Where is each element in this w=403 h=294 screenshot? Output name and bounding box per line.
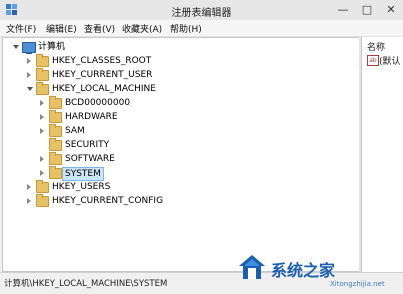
expand-arrow-icon[interactable] [40, 100, 44, 106]
folder-icon [49, 96, 62, 109]
tree-label: BCD00000000 [65, 98, 131, 108]
expand-arrow-icon[interactable] [27, 184, 31, 190]
column-header-name[interactable]: 名称 [367, 40, 385, 53]
tree-label: SOFTWARE [65, 154, 115, 164]
value-row-default[interactable]: ab (默认 [364, 54, 403, 67]
tree-label: HKEY_USERS [52, 182, 111, 192]
tree-label: HKEY_CLASSES_ROOT [52, 56, 152, 66]
string-value-icon: ab [367, 55, 379, 66]
collapse-arrow-icon[interactable] [27, 87, 33, 91]
close-button[interactable]: ✕ [379, 0, 403, 20]
registry-tree[interactable]: 计算机 HKEY_CLASSES_ROOT HKEY_CURRENT_USER … [2, 37, 360, 272]
tree-label: 计算机 [38, 42, 66, 52]
folder-icon [49, 124, 62, 137]
folder-icon [49, 152, 62, 165]
folder-icon [49, 110, 62, 123]
title-bar[interactable]: 注册表编辑器 — □ ✕ [0, 0, 403, 21]
tree-label: HARDWARE [65, 112, 118, 122]
expand-arrow-icon[interactable] [40, 170, 44, 176]
watermark-brand: 系统之家 [271, 261, 336, 280]
status-path: 计算机\HKEY_LOCAL_MACHINE\SYSTEM [4, 279, 168, 289]
expand-arrow-icon[interactable] [40, 156, 44, 162]
computer-icon [22, 42, 36, 54]
folder-icon [36, 194, 49, 207]
value-name: (默认 [379, 57, 401, 67]
menu-file[interactable]: 文件(F) [6, 22, 36, 35]
house-logo-icon [239, 255, 265, 279]
maximize-button[interactable]: □ [355, 0, 379, 20]
expand-arrow-icon[interactable] [40, 128, 44, 134]
expand-arrow-icon[interactable] [27, 58, 31, 64]
folder-icon [49, 138, 62, 151]
folder-icon [36, 54, 49, 67]
tree-label: HKEY_CURRENT_CONFIG [52, 196, 164, 206]
registry-editor-window: 注册表编辑器 — □ ✕ 文件(F) 编辑(E) 查看(V) 收藏夹(A) 帮助… [0, 0, 403, 294]
collapse-arrow-icon[interactable] [13, 45, 19, 49]
menu-favorites[interactable]: 收藏夹(A) [122, 22, 162, 35]
values-list[interactable]: 名称 ab (默认 [361, 37, 403, 272]
menu-help[interactable]: 帮助(H) [170, 22, 202, 35]
folder-icon [36, 180, 49, 193]
folder-icon [36, 68, 49, 81]
menu-view[interactable]: 查看(V) [84, 22, 115, 35]
tree-label: SAM [65, 126, 85, 136]
tree-label: HKEY_LOCAL_MACHINE [52, 84, 156, 94]
tree-label: HKEY_CURRENT_USER [52, 70, 153, 80]
expand-arrow-icon[interactable] [27, 198, 31, 204]
folder-open-icon [36, 82, 49, 95]
minimize-button[interactable]: — [331, 0, 355, 20]
site-watermark: 系统之家 Xitongzhijia.net [238, 248, 403, 293]
folder-icon [49, 166, 62, 179]
menu-edit[interactable]: 编辑(E) [46, 22, 77, 35]
tree-label-selected: SYSTEM [62, 167, 104, 181]
menu-bar: 文件(F) 编辑(E) 查看(V) 收藏夹(A) 帮助(H) [0, 20, 403, 37]
tree-label: SECURITY [65, 140, 110, 150]
watermark-url: Xitongzhijia.net [330, 280, 385, 288]
expand-arrow-icon[interactable] [27, 72, 31, 78]
expand-arrow-icon[interactable] [40, 114, 44, 120]
